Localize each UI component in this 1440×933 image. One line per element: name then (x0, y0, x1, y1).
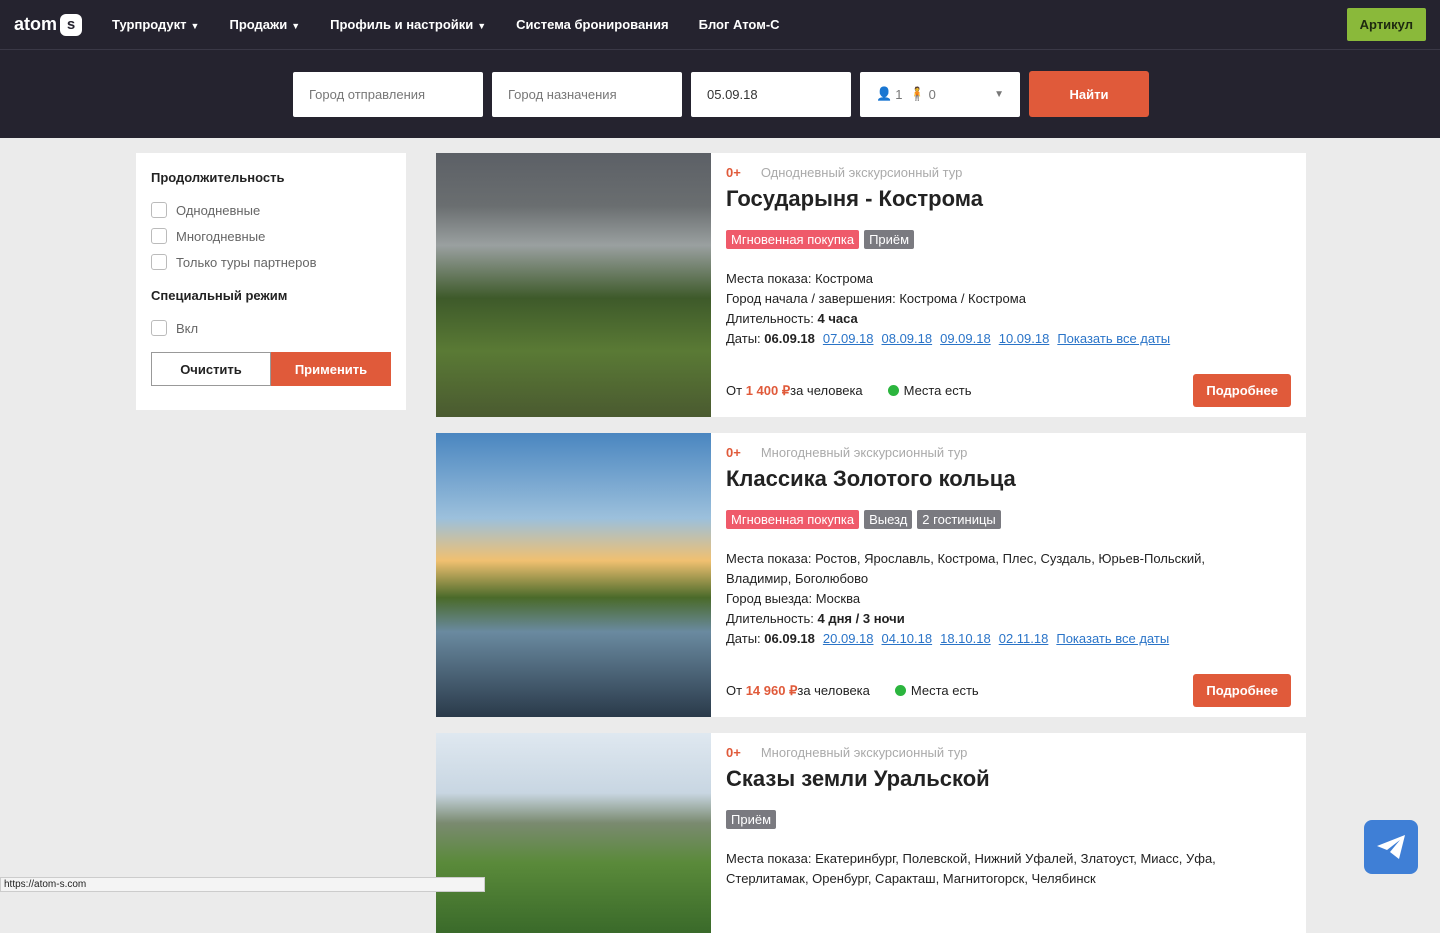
clear-button[interactable]: Очистить (151, 352, 271, 386)
tour-title[interactable]: Государыня - Кострома (726, 186, 1291, 212)
checkbox[interactable] (151, 202, 167, 218)
price-suffix: за человека (790, 383, 863, 398)
duration-heading: Продолжительность (151, 170, 285, 185)
filter-special-on[interactable]: Вкл (151, 320, 391, 336)
caret-down-icon: ▼ (477, 21, 487, 31)
telegram-button[interactable] (1364, 820, 1418, 874)
departure-city-input[interactable]: Город отправления (293, 71, 483, 117)
chevron-down-icon: ▼ (994, 88, 1004, 100)
caret-down-icon: ▼ (190, 21, 200, 31)
checkbox-label: Однодневные (176, 202, 261, 218)
tour-title[interactable]: Сказы земли Уральской (726, 766, 1291, 792)
checkbox[interactable] (151, 320, 167, 336)
show-all-dates-link[interactable]: Показать все даты (1056, 631, 1169, 646)
tag-instant: Мгновенная покупка (726, 230, 860, 249)
tour-image[interactable] (436, 433, 711, 717)
tour-title[interactable]: Классика Золотого кольца (726, 466, 1291, 492)
adults-count: 1 (895, 86, 903, 102)
adult-icon: 👤 (876, 86, 893, 101)
tag: Приём (726, 810, 777, 829)
filters-sidebar: Продолжительность Однодневные Многодневн… (136, 153, 406, 410)
details-button[interactable]: Подробнее (1193, 374, 1291, 407)
checkbox-label: Вкл (176, 320, 199, 336)
date-input[interactable]: 05.09.18 (691, 71, 851, 117)
filter-one-day[interactable]: Однодневные (151, 202, 391, 218)
duration-line: Длительность: 4 часа (726, 311, 858, 326)
nav-label: Продажи (229, 17, 288, 32)
dates-line: Даты: 06.09.18 20.09.18 04.10.18 18.10.18 02… (726, 631, 1170, 646)
filter-partners-only[interactable]: Только туры партнеров (151, 254, 391, 270)
caret-down-icon: ▼ (291, 21, 301, 31)
price-prefix: От (726, 683, 743, 698)
show-all-dates-link[interactable]: Показать все даты (1057, 331, 1170, 346)
tour-card: 0+ Многодневный экскурсионный тур Классик… (436, 433, 1306, 717)
nav-blog[interactable]: Блог Атом-С (699, 17, 780, 32)
nav-sales[interactable]: Продажи ▼ (229, 17, 300, 32)
tag-instant: Мгновенная покупка (726, 510, 860, 529)
child-icon: 🧍 (909, 86, 926, 101)
date-link[interactable]: 07.09.18 (823, 331, 874, 346)
date-link[interactable]: 02.11.18 (999, 631, 1049, 646)
price: 1 400 ₽ (745, 382, 791, 398)
status-bar-url: https://atom-s.com (0, 877, 485, 892)
special-mode-heading: Специальный режим (151, 288, 288, 303)
checkbox[interactable] (151, 254, 167, 270)
details-button[interactable]: Подробнее (1193, 674, 1291, 707)
apply-button[interactable]: Применить (271, 352, 391, 386)
checkbox-label: Многодневные (176, 228, 266, 244)
nav-booking-system[interactable]: Система бронирования (516, 17, 668, 32)
search-bar: Город отправления Город назначения 05.09… (0, 50, 1440, 138)
date-link[interactable]: 09.09.18 (940, 331, 991, 346)
logo-text: atom (14, 14, 58, 34)
price-suffix: за человека (797, 683, 870, 698)
travelers-select[interactable]: 👤 1 🧍 0 ▼ (860, 71, 1020, 117)
children-count: 0 (928, 86, 936, 102)
artikul-button[interactable]: Артикул (1346, 8, 1426, 41)
price: 14 960 ₽ (745, 682, 798, 698)
tag: 2 гостиницы (917, 510, 1001, 529)
find-button[interactable]: Найти (1029, 71, 1149, 117)
duration-line: Длительность: 4 дня / 3 ночи (726, 611, 905, 626)
tour-card: 0+ Многодневный экскурсионный тур Сказы з… (436, 733, 1306, 933)
city-line: Город начала / завершения: Кострома / Ко… (726, 291, 1026, 306)
tour-type: Многодневный экскурсионный тур (760, 445, 968, 460)
availability-dot-icon (894, 685, 906, 696)
tour-type: Однодневный экскурсионный тур (760, 165, 963, 180)
tour-type: Многодневный экскурсионный тур (760, 745, 968, 760)
age-rating: 0+ (726, 445, 741, 460)
logo[interactable]: atom s (14, 13, 83, 36)
date-link[interactable]: 18.10.18 (940, 631, 991, 646)
tag: Выезд (864, 510, 913, 529)
checkbox[interactable] (151, 228, 167, 244)
top-nav: atom s Турпродукт ▼ Продажи ▼ Профиль и нас… (0, 0, 1440, 50)
destination-city-input[interactable]: Город назначения (492, 71, 682, 117)
tour-image[interactable] (436, 153, 711, 417)
date-link[interactable]: 20.09.18 (823, 631, 874, 646)
age-rating: 0+ (726, 745, 741, 760)
nav-profile[interactable]: Профиль и настройки ▼ (330, 17, 486, 32)
availability: Места есть (903, 383, 972, 398)
places-line: Места показа: Ростов, Ярославль, Костром… (726, 551, 1205, 586)
checkbox-label: Только туры партнеров (176, 254, 317, 270)
nav-label: Турпродукт (112, 17, 187, 32)
tour-card: 0+ Однодневный экскурсионный тур Государы… (436, 153, 1306, 417)
date-link[interactable]: 10.09.18 (999, 331, 1050, 346)
places-line: Места показа: Екатеринбург, Полевской, Н… (726, 851, 1216, 886)
paper-plane-icon (1377, 835, 1405, 859)
nav-turproduct[interactable]: Турпродукт ▼ (112, 17, 199, 32)
tag: Приём (864, 230, 915, 249)
filter-multi-day[interactable]: Многодневные (151, 228, 391, 244)
nav-label: Профиль и настройки (330, 17, 474, 32)
date-link[interactable]: 04.10.18 (882, 631, 933, 646)
availability-dot-icon (887, 385, 899, 396)
places-line: Места показа: Кострома (726, 271, 873, 286)
dates-line: Даты: 06.09.18 07.09.18 08.09.18 09.09.18 10… (726, 331, 1171, 346)
logo-badge: s (60, 13, 83, 36)
price-prefix: От (726, 383, 743, 398)
date-link[interactable]: 08.09.18 (882, 331, 933, 346)
availability: Места есть (910, 683, 979, 698)
tour-image[interactable] (436, 733, 711, 933)
age-rating: 0+ (726, 165, 741, 180)
city-line: Город выезда: Москва (726, 591, 861, 606)
